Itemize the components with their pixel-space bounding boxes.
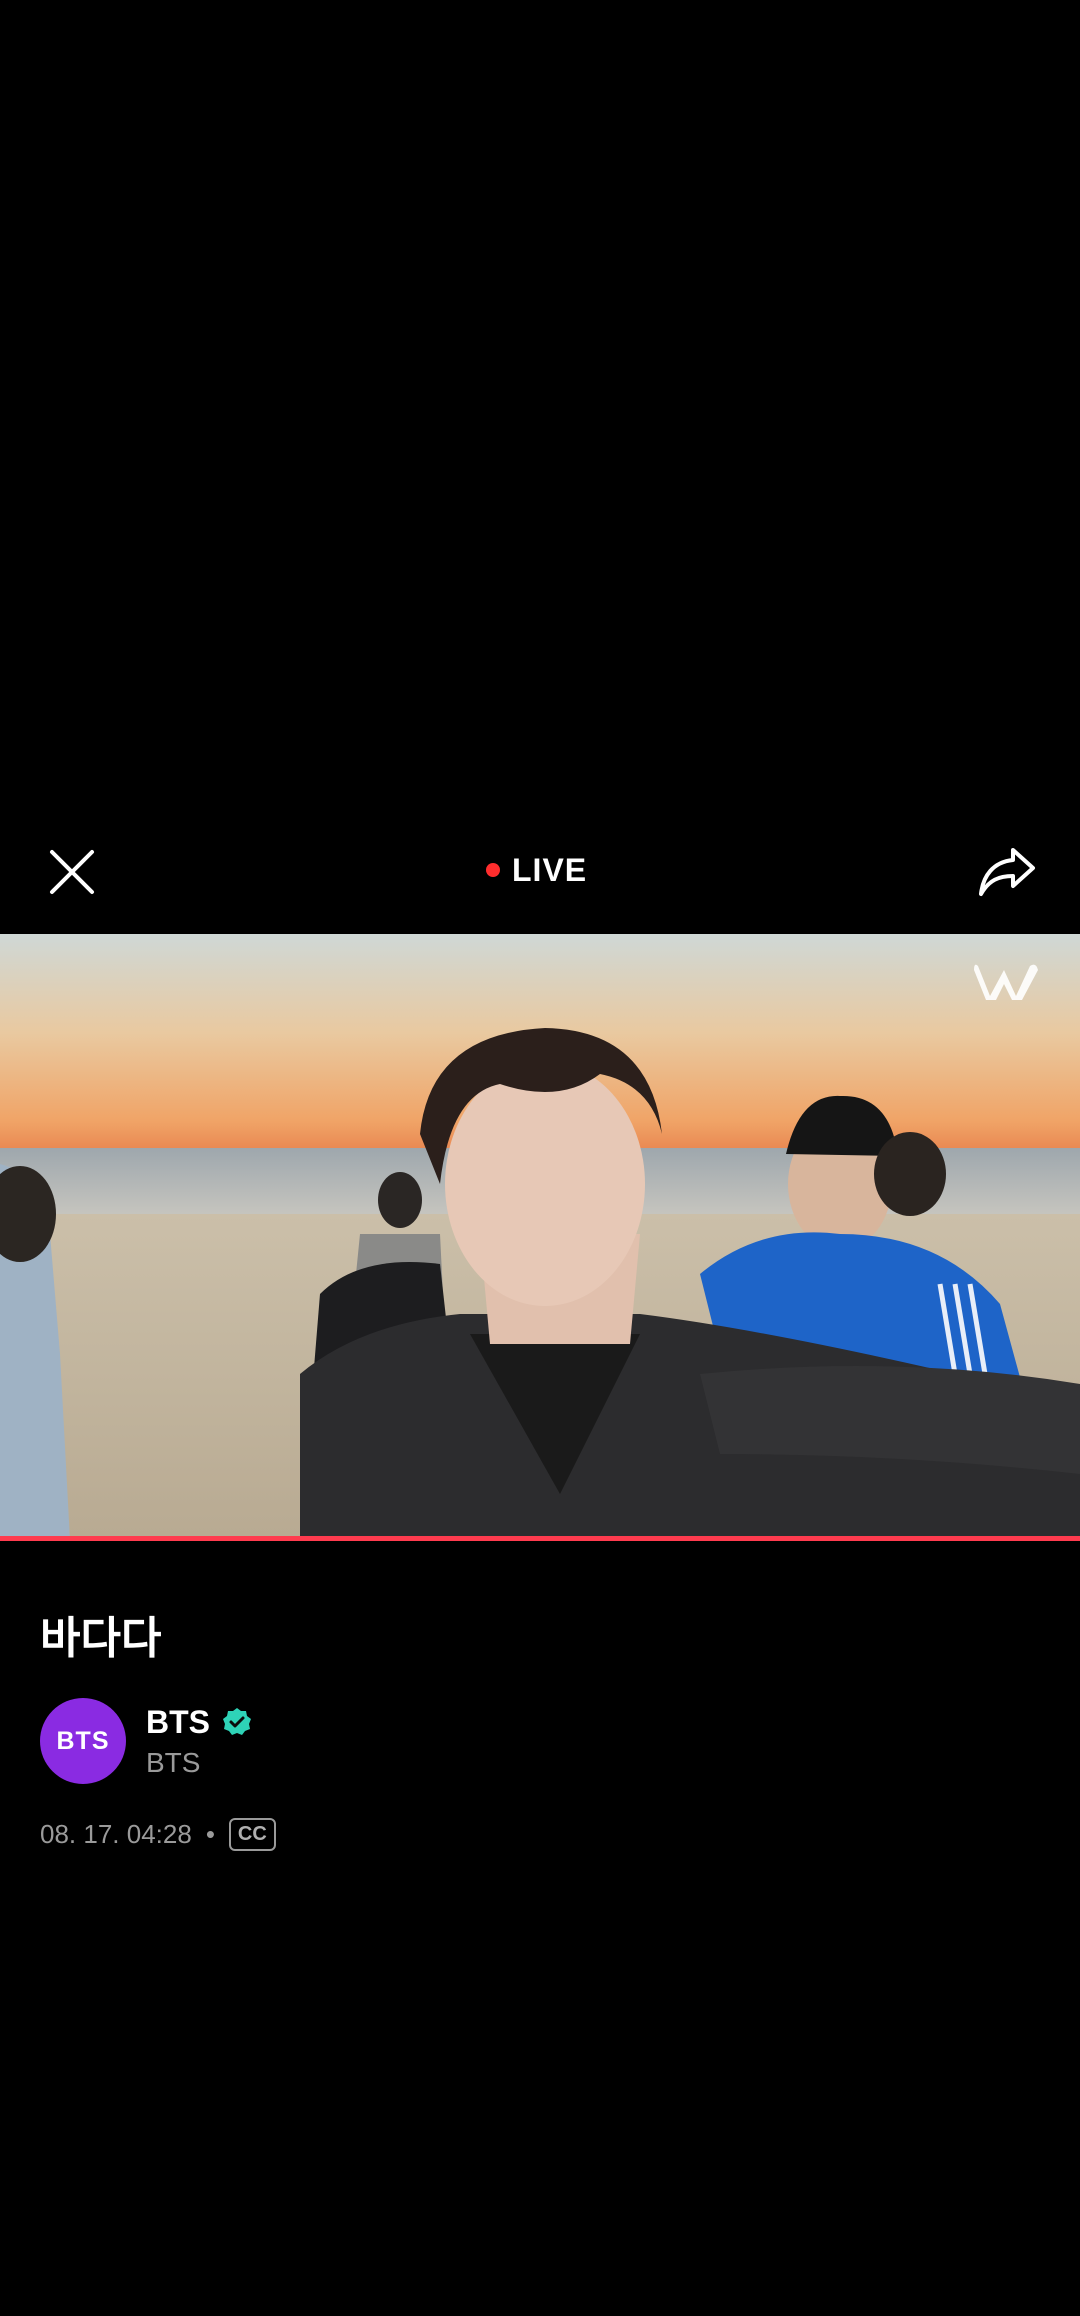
broadcast-date: 08. 17. 04:28 (40, 1818, 192, 1849)
top-bar: LIVE (0, 840, 1080, 900)
weverse-logo-icon (974, 964, 1038, 1000)
video-player[interactable] (0, 934, 1080, 1540)
video-title: 바다다 (40, 1613, 162, 1664)
close-icon (50, 850, 94, 894)
channel-name[interactable]: BTS (146, 1704, 210, 1741)
avatar[interactable]: BTS (40, 1698, 126, 1784)
share-icon (979, 848, 1035, 896)
verified-icon (223, 1708, 251, 1735)
progress-bar[interactable] (0, 1536, 1080, 1541)
live-label: LIVE (512, 851, 588, 888)
channel-subtitle: BTS (146, 1746, 201, 1778)
progress-fill (0, 1536, 1080, 1541)
share-button[interactable] (976, 844, 1038, 900)
video-frame (0, 934, 1080, 1540)
meta-separator: • (205, 1818, 215, 1849)
live-dot-icon (486, 863, 500, 877)
cc-badge[interactable]: CC (228, 1817, 276, 1851)
live-indicator: LIVE (486, 848, 587, 892)
meta-row: 08. 17. 04:28 • CC (40, 1812, 276, 1856)
channel-info[interactable]: BTS BTS BTS (40, 1698, 252, 1784)
close-button[interactable] (46, 846, 98, 898)
